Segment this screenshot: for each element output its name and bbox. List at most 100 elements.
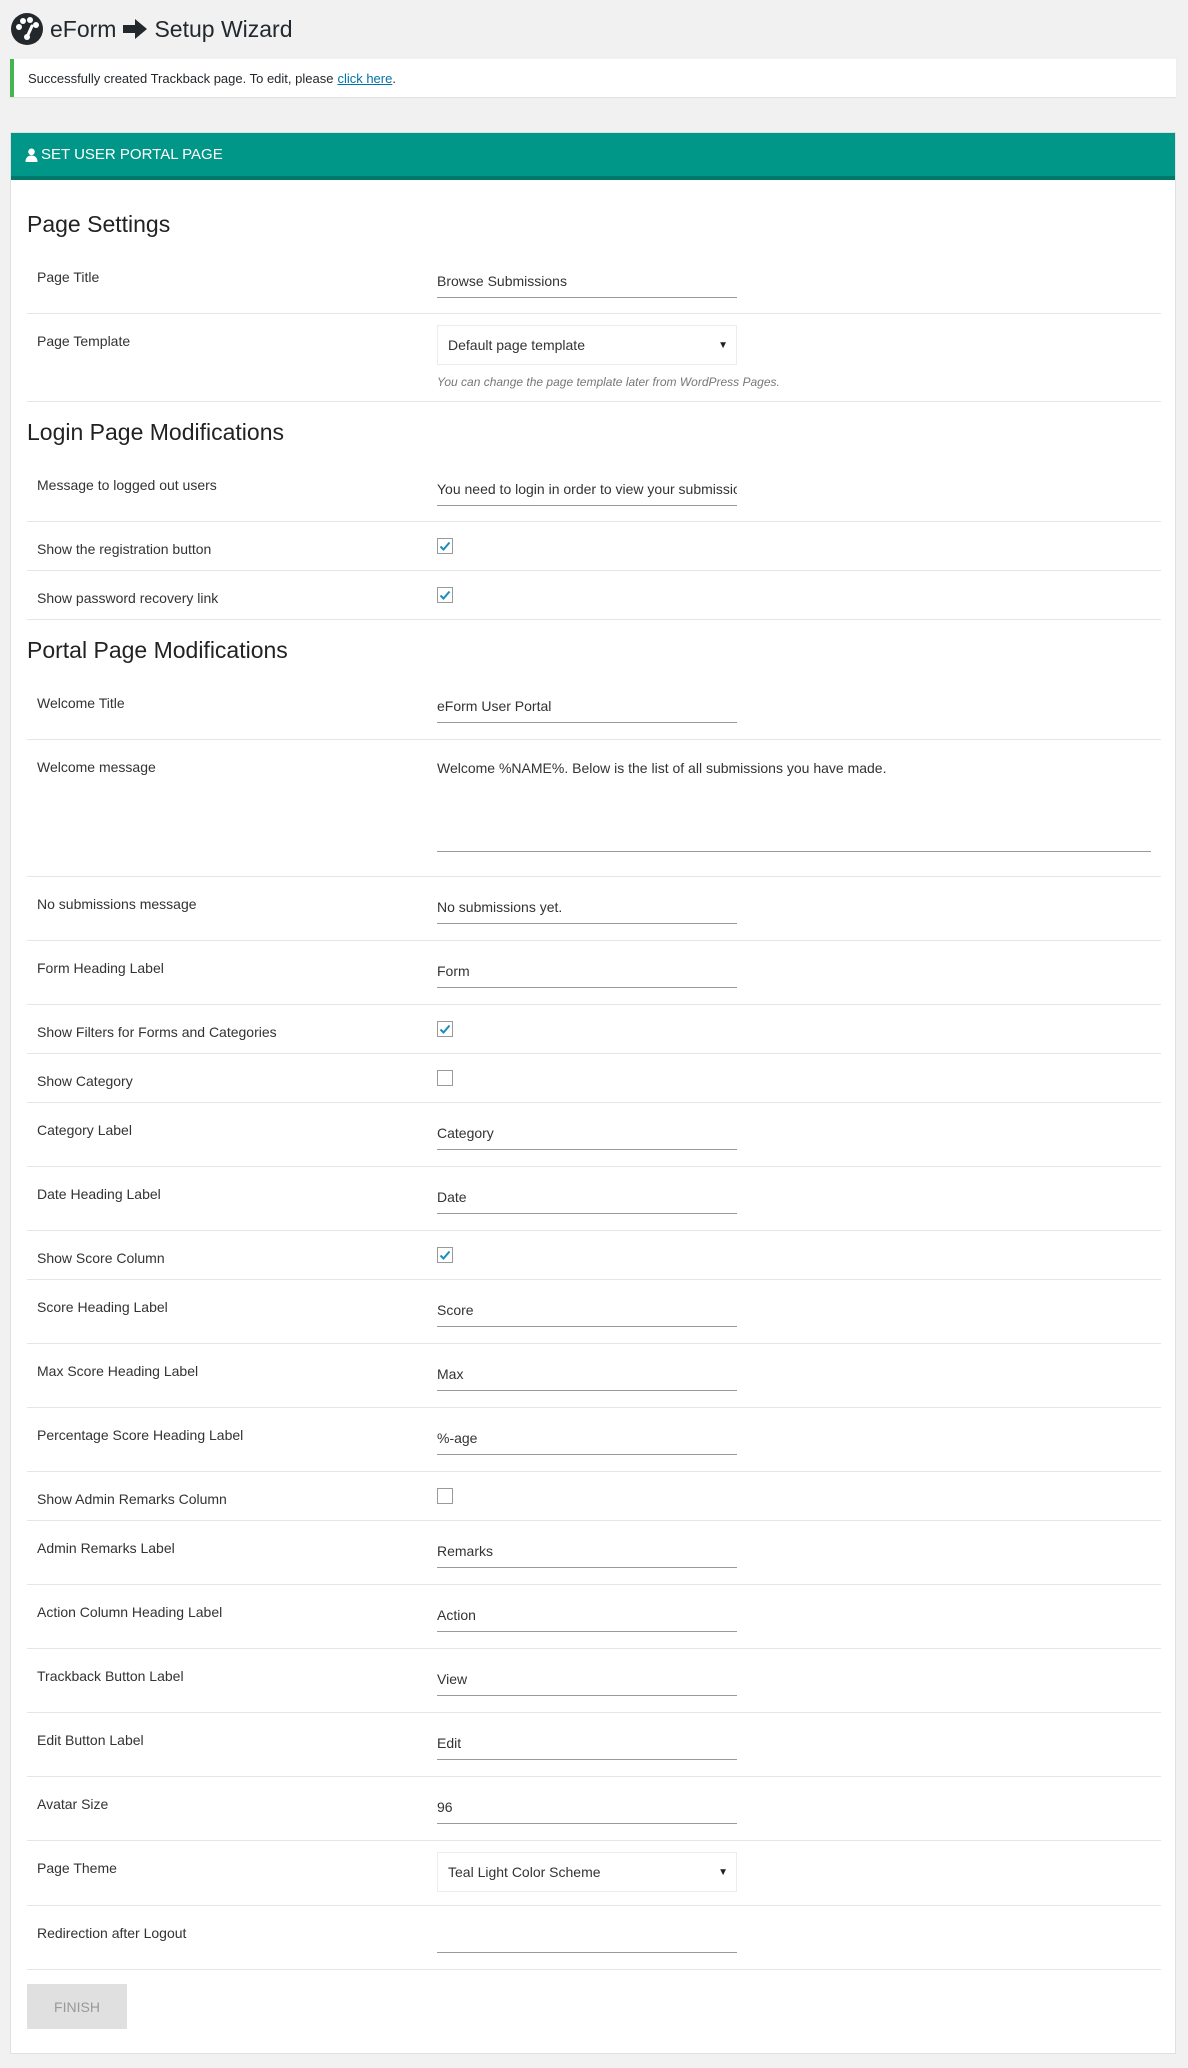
welcome-message-label: Welcome message [37,759,156,775]
page-template-value: Default page template [448,337,585,353]
category-label-label: Category Label [37,1122,132,1138]
divider [27,313,1161,314]
caret-down-icon: ▼ [718,1866,728,1878]
panel-title: SET USER PORTAL PAGE [41,146,223,163]
score-heading-input[interactable]: Score [437,1293,737,1327]
welcome-message-textarea[interactable]: Welcome %NAME%. Below is the list of all… [437,752,1151,852]
user-icon [25,148,38,162]
divider [27,1166,1161,1167]
divider [27,940,1161,941]
divider [27,521,1161,522]
form-heading-input[interactable]: Form [437,954,737,988]
divider [27,619,1161,620]
success-notice: Successfully created Trackback page. To … [10,59,1176,97]
dashboard-gauge-icon [11,13,43,45]
logged-out-message-input[interactable]: You need to login in order to view your … [437,472,737,506]
divider [27,1840,1161,1841]
trackback-button-input[interactable]: View [437,1662,737,1696]
max-score-heading-input[interactable]: Max [437,1357,737,1391]
divider [27,1905,1161,1906]
welcome-title-input[interactable]: eForm User Portal [437,689,737,723]
edit-button-label: Edit Button Label [37,1732,144,1748]
checkmark-icon [439,541,451,551]
checkmark-icon [439,590,451,600]
page: eForm Setup Wizard Successfully created … [0,0,1188,2068]
welcome-title-label: Welcome Title [37,695,125,711]
avatar-size-input[interactable]: 96 [437,1790,737,1824]
divider [27,570,1161,571]
page-title-label: Page Title [37,269,100,285]
finish-button[interactable]: FINISH [27,1984,127,2029]
section-login: Login Page Modifications [27,419,284,445]
checkmark-icon [439,1024,451,1034]
max-score-heading-label: Max Score Heading Label [37,1363,199,1379]
wizard-panel: SET USER PORTAL PAGE Page Settings Page … [10,132,1176,2054]
divider [27,1776,1161,1777]
show-category-checkbox[interactable] [437,1070,453,1086]
divider [27,1584,1161,1585]
no-submissions-input[interactable]: No submissions yet. [437,890,737,924]
arrow-right-icon [123,19,148,39]
checkmark-icon [439,1250,451,1260]
edit-button-input[interactable]: Edit [437,1726,737,1760]
show-password-recovery-checkbox[interactable] [437,587,453,603]
show-filters-label: Show Filters for Forms and Categories [37,1024,277,1040]
page-template-select[interactable]: Default page template ▼ [437,325,737,365]
divider [27,739,1161,740]
divider [27,876,1161,877]
show-registration-label: Show the registration button [37,541,212,557]
divider [27,1648,1161,1649]
divider [27,1520,1161,1521]
divider [27,1102,1161,1103]
trackback-button-label: Trackback Button Label [37,1668,184,1684]
logged-out-message-label: Message to logged out users [37,477,217,493]
page-theme-select[interactable]: Teal Light Color Scheme ▼ [437,1852,737,1892]
form-heading-label: Form Heading Label [37,960,164,976]
divider [27,1230,1161,1231]
divider [27,1053,1161,1054]
divider [27,1279,1161,1280]
percentage-heading-input[interactable]: %-age [437,1421,737,1455]
section-page-settings: Page Settings [27,211,171,237]
show-category-label: Show Category [37,1073,133,1089]
divider [27,1471,1161,1472]
avatar-size-label: Avatar Size [37,1796,109,1812]
show-score-checkbox[interactable] [437,1247,453,1263]
click-here-link[interactable]: click here [337,71,392,86]
divider [27,401,1161,402]
section-portal: Portal Page Modifications [27,637,288,663]
score-heading-label: Score Heading Label [37,1299,168,1315]
page-theme-label: Page Theme [37,1860,117,1876]
action-heading-label: Action Column Heading Label [37,1604,223,1620]
category-label-input[interactable]: Category [437,1116,737,1150]
show-score-label: Show Score Column [37,1250,165,1266]
page-template-help: You can change the page template later f… [437,375,780,389]
page-theme-value: Teal Light Color Scheme [448,1864,601,1880]
date-heading-label: Date Heading Label [37,1186,161,1202]
no-submissions-label: No submissions message [37,896,197,912]
action-heading-input[interactable]: Action [437,1598,737,1632]
notice-suffix: . [392,70,396,86]
panel-header: SET USER PORTAL PAGE [11,133,1175,180]
notice-text: Successfully created Trackback page. To … [28,70,334,86]
redirect-logout-input[interactable] [437,1919,737,1953]
page-heading: eForm Setup Wizard [50,16,293,43]
show-filters-checkbox[interactable] [437,1021,453,1037]
show-admin-remarks-checkbox[interactable] [437,1488,453,1504]
admin-remarks-label-label: Admin Remarks Label [37,1540,175,1556]
page-template-label: Page Template [37,333,131,349]
percentage-heading-label: Percentage Score Heading Label [37,1427,244,1443]
page-title: Setup Wizard [154,15,293,42]
divider [27,1969,1161,1970]
show-registration-checkbox[interactable] [437,538,453,554]
app-name: eForm [50,15,117,42]
divider [27,1343,1161,1344]
divider [27,1712,1161,1713]
caret-down-icon: ▼ [718,339,728,351]
date-heading-input[interactable]: Date [437,1180,737,1214]
admin-remarks-label-input[interactable]: Remarks [437,1534,737,1568]
show-admin-remarks-label: Show Admin Remarks Column [37,1491,227,1507]
divider [27,1407,1161,1408]
show-password-recovery-label: Show password recovery link [37,590,219,606]
page-title-input[interactable]: Browse Submissions [437,264,737,298]
